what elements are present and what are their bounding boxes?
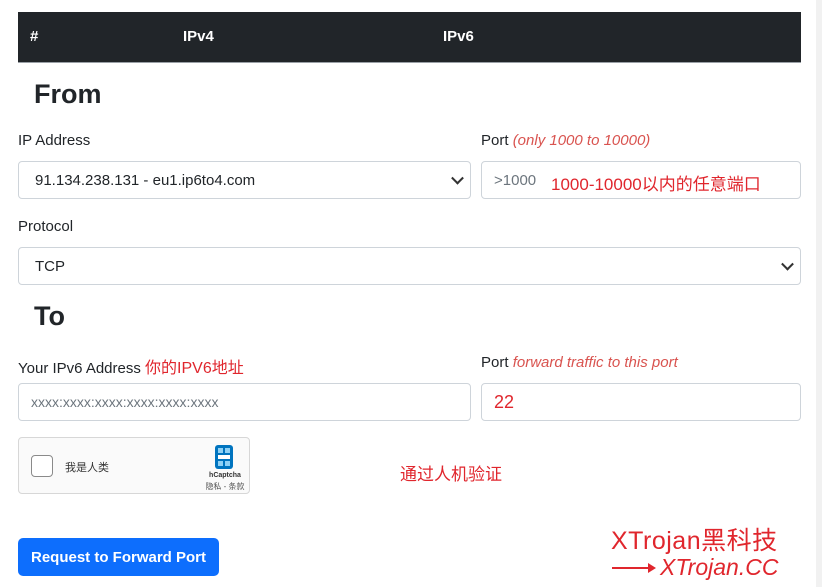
ipv6-annotation: 你的IPV6地址 (145, 360, 244, 377)
from-port-label: Port (only 1000 to 10000) (481, 132, 650, 149)
from-port-input[interactable]: >1000 1000-10000以内的任意端口 (481, 161, 801, 199)
to-port-value: 22 (494, 392, 515, 412)
to-port-label-text: Port (481, 354, 509, 371)
ip-address-select[interactable]: 91.134.238.131 - eu1.ip6to4.com (18, 161, 471, 199)
protocol-label: Protocol (18, 218, 74, 235)
ipv6-placeholder: xxxx:xxxx:xxxx:xxxx:xxxx:xxxx (31, 394, 219, 410)
to-title: To (34, 301, 65, 331)
col-hash: # (30, 28, 39, 45)
captcha-annotation: 通过人机验证 (400, 465, 502, 484)
table-divider (18, 62, 801, 63)
watermark-line2: XTrojan.CC (660, 554, 779, 580)
from-title: From (34, 79, 102, 109)
hcaptcha-logo-icon (215, 445, 233, 469)
ipv6-address-input[interactable]: xxxx:xxxx:xxxx:xxxx:xxxx:xxxx (18, 383, 471, 421)
from-port-hint: (only 1000 to 10000) (512, 132, 651, 149)
to-port-input[interactable]: 22 (481, 383, 801, 421)
col-ipv6: IPv6 (443, 28, 474, 45)
ip-address-value: 91.134.238.131 - eu1.ip6to4.com (35, 172, 256, 189)
ip-address-label: IP Address (18, 132, 91, 149)
protocol-select[interactable]: TCP (18, 247, 801, 285)
watermark-line1: XTrojan黑科技 (611, 527, 778, 555)
from-port-label-text: Port (481, 132, 509, 149)
to-port-label: Port forward traffic to this port (481, 354, 678, 371)
hcaptcha-widget: 我是人类 hCaptcha 隐私 - 条款 (18, 437, 250, 494)
from-port-placeholder: >1000 (494, 172, 537, 189)
captcha-links[interactable]: 隐私 - 条款 (197, 481, 253, 492)
ipv6-address-label-text: Your IPv6 Address (18, 360, 141, 377)
col-ipv4: IPv4 (183, 28, 214, 45)
captcha-brand: hCaptcha (209, 472, 241, 479)
scrollbar[interactable] (816, 0, 822, 587)
from-port-annotation: 1000-10000以内的任意端口 (551, 175, 761, 194)
captcha-checkbox[interactable] (31, 455, 53, 477)
captcha-label: 我是人类 (65, 462, 109, 474)
to-port-hint: forward traffic to this port (512, 354, 678, 371)
table-header: # IPv4 IPv6 (18, 12, 801, 62)
ipv6-address-label: Your IPv6 Address 你的IPV6地址 (18, 354, 244, 378)
protocol-value: TCP (35, 258, 65, 275)
chevron-down-icon (781, 257, 794, 271)
arrow-right-icon (612, 563, 656, 573)
chevron-down-icon (451, 171, 464, 185)
request-forward-port-button[interactable]: Request to Forward Port (18, 538, 219, 576)
